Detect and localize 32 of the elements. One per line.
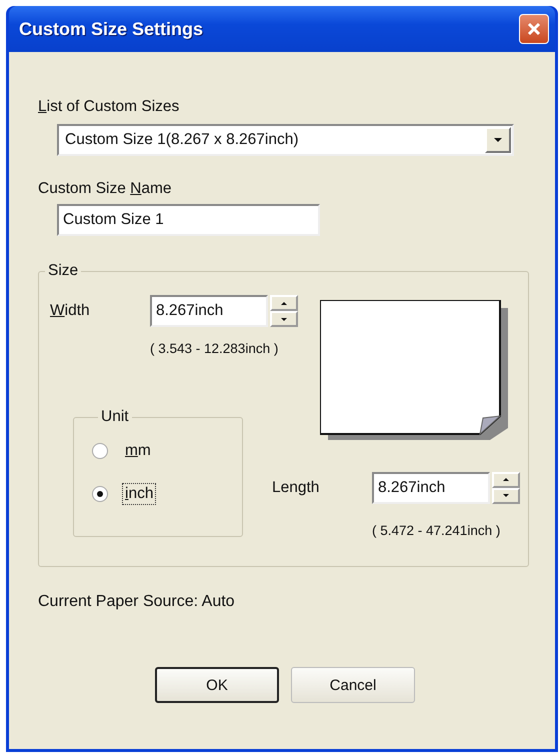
close-button[interactable] bbox=[519, 14, 549, 44]
spin-up-button[interactable] bbox=[270, 295, 298, 311]
input-field[interactable]: 8.267inch bbox=[372, 472, 490, 504]
input-field[interactable]: Custom Size 1 bbox=[57, 204, 320, 236]
caret-icon bbox=[494, 138, 502, 142]
up-arrow-icon bbox=[503, 478, 509, 481]
radio-button[interactable] bbox=[92, 486, 108, 502]
field-label: Custom Size Name bbox=[38, 180, 173, 198]
field-label: List of Custom Sizes bbox=[38, 98, 180, 116]
group-title: Size bbox=[47, 262, 80, 280]
down-arrow-icon bbox=[503, 494, 509, 497]
window-title: Custom Size Settings bbox=[19, 18, 204, 40]
field-label: Width bbox=[50, 302, 91, 320]
radio-label: inch bbox=[122, 483, 156, 505]
group-title: Unit bbox=[100, 408, 130, 426]
paper-source-text: Current Paper Source: Auto bbox=[38, 593, 236, 611]
custom-size-dropdown[interactable]: Custom Size 1(8.267 x 8.267inch) bbox=[57, 124, 514, 156]
radio-label: mm bbox=[124, 441, 152, 461]
spin-up-button[interactable] bbox=[492, 472, 520, 488]
close-icon bbox=[527, 22, 541, 36]
down-arrow-icon bbox=[281, 318, 287, 320]
dropdown-button[interactable] bbox=[485, 127, 511, 153]
up-arrow-icon bbox=[281, 302, 287, 304]
dialog-button[interactable]: Cancel bbox=[291, 667, 415, 703]
input-field[interactable]: 8.267inch bbox=[150, 295, 268, 327]
spin-down-button[interactable] bbox=[492, 488, 520, 504]
range-hint: ( 5.472 - 47.241inch ) bbox=[372, 522, 500, 538]
field-label: Length bbox=[272, 478, 320, 496]
range-hint: ( 3.543 - 12.283inch ) bbox=[150, 340, 278, 356]
radio-button[interactable] bbox=[92, 443, 108, 459]
dialog-button[interactable]: OK bbox=[155, 667, 279, 703]
spin-down-button[interactable] bbox=[270, 311, 298, 327]
